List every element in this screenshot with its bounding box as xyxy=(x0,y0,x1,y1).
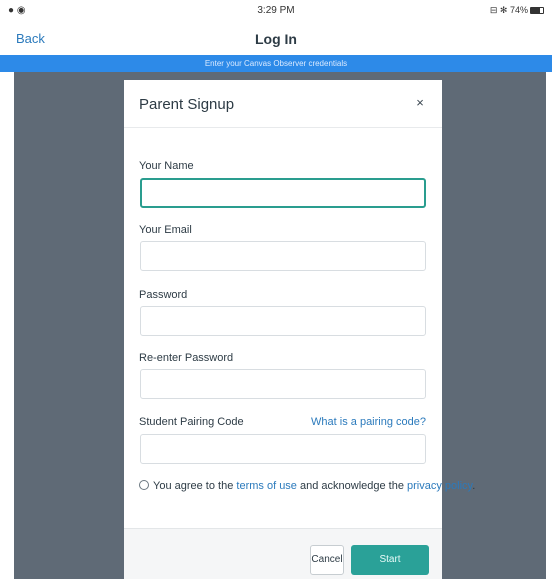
reenter-password-input[interactable] xyxy=(140,369,426,399)
navigation-bar: Back Log In xyxy=(0,24,552,55)
start-participating-button[interactable]: Start Participating xyxy=(351,545,429,575)
agreement-row: You agree to the terms of use and acknow… xyxy=(139,480,475,492)
status-bar: ● ◉ 3:29 PM ⊟ ✻ 74% xyxy=(0,0,552,24)
email-label: Your Email xyxy=(139,224,192,236)
password-label: Password xyxy=(139,289,188,301)
pairing-code-label: Student Pairing Code xyxy=(139,416,244,428)
email-input[interactable] xyxy=(140,241,426,271)
parent-signup-dialog: Parent Signup × Your Name Your Email Pas… xyxy=(124,80,475,579)
backdrop-edge-right xyxy=(546,72,552,579)
agreement-prefix: You agree to the xyxy=(153,480,234,492)
dialog-title: Parent Signup xyxy=(139,96,235,113)
pairing-code-input[interactable] xyxy=(140,434,426,464)
page-title: Log In xyxy=(255,31,297,47)
battery-text: ⊟ ✻ 74% xyxy=(489,5,528,15)
agreement-middle: and acknowledge the xyxy=(300,480,404,492)
dialog-header: Parent Signup × xyxy=(124,80,442,128)
cancel-button[interactable]: Cancel xyxy=(310,545,344,575)
reenter-password-label: Re-enter Password xyxy=(139,352,234,364)
privacy-policy-link[interactable]: privacy policy xyxy=(407,480,472,492)
agreement-suffix: . xyxy=(472,480,476,492)
battery-status: ⊟ ✻ 74% xyxy=(490,5,544,16)
name-input[interactable] xyxy=(140,178,426,208)
password-input[interactable] xyxy=(140,306,426,336)
status-time: 3:29 PM xyxy=(257,5,295,16)
info-banner: Enter your Canvas Observer credentials xyxy=(0,55,552,72)
dialog-footer: Cancel Start Participating xyxy=(124,528,442,579)
close-icon[interactable]: × xyxy=(412,95,428,111)
pairing-code-help-link[interactable]: What is a pairing code? xyxy=(311,416,426,428)
name-label: Your Name xyxy=(139,160,194,172)
battery-icon xyxy=(530,7,544,15)
backdrop-edge-left xyxy=(0,72,14,579)
agree-radio[interactable] xyxy=(139,480,149,490)
terms-of-use-link[interactable]: terms of use xyxy=(236,480,297,492)
